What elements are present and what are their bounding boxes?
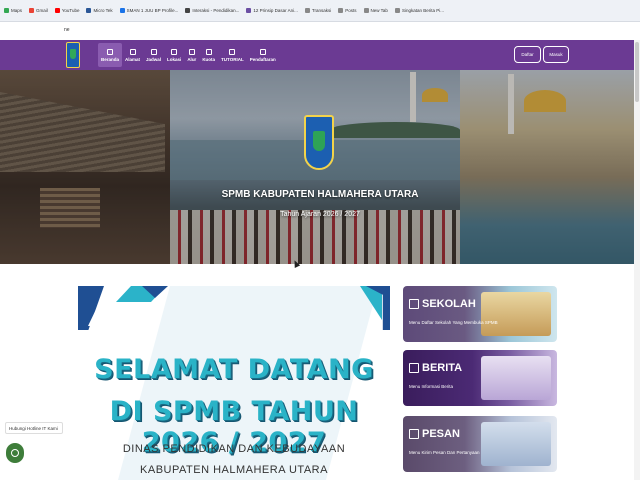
bookmark-favicon-icon	[246, 8, 252, 13]
bookmark-item[interactable]: New Tab	[362, 8, 390, 13]
bookmark-label: 12 Prinsip Dasar Ani...	[253, 8, 298, 13]
whatsapp-button[interactable]	[6, 443, 24, 463]
bookmark-label: SMAN 1 JUU BP Profile...	[126, 8, 179, 13]
school-icon	[409, 299, 419, 309]
daftar-button[interactable]: Daftar	[514, 46, 541, 63]
nav-item-icon	[259, 48, 266, 55]
bookmark-item[interactable]: Posts	[336, 8, 358, 13]
site-navbar: Beranda Alamat Jadwal Lokasi Alur Kuota TUTORI…	[0, 40, 640, 70]
hero-title: SPMB KABUPATEN HALMAHERA UTARA	[221, 189, 419, 200]
bookmark-label: Gmail	[36, 8, 48, 13]
nav-item-icon	[205, 48, 212, 55]
nav-item-pendaftaran[interactable]: Pendaftaran	[247, 43, 279, 67]
berita-card-heading: BERITA	[409, 362, 462, 374]
hotline-label[interactable]: Hubungi Hotline IT Kami	[5, 422, 63, 434]
berita-card[interactable]: BERITA Menu Informasi Berita	[403, 350, 557, 406]
masuk-button[interactable]: Masuk	[543, 46, 569, 63]
nav-item-label: Jadwal	[146, 56, 162, 62]
nav-item-alamat[interactable]: Alamat	[122, 43, 143, 67]
bookmark-item[interactable]: 12 Prinsip Dasar Ani...	[244, 8, 300, 13]
nav-item-lokasi[interactable]: Lokasi	[164, 43, 184, 67]
regency-emblem-icon	[304, 115, 334, 170]
pesan-card-desc: Menu Kirim Pesan Dan Pertanyaan	[409, 450, 480, 455]
nav-item-icon	[171, 48, 178, 55]
nav-item-icon	[188, 48, 195, 55]
welcome-title: SELAMAT DATANG	[94, 354, 374, 385]
bookmark-item[interactable]: Micro Tek	[84, 8, 114, 13]
pesan-card-title: PESAN	[422, 428, 460, 440]
berita-card-desc: Menu Informasi Berita	[409, 384, 454, 389]
newspaper-image	[481, 356, 551, 400]
bookmark-favicon-icon	[338, 8, 344, 13]
nav-item-label: Alur	[187, 56, 197, 62]
whatsapp-icon	[11, 449, 19, 457]
bookmark-label: Posts	[345, 8, 357, 13]
bookmark-label: Singkatan Berita Pi...	[401, 8, 444, 13]
pesan-card-heading: PESAN	[409, 428, 460, 440]
address-bar[interactable]: ne	[0, 22, 640, 39]
berita-card-title: BERITA	[422, 362, 463, 374]
school-building-image	[481, 292, 551, 336]
nav-item-label: Alamat	[125, 56, 141, 62]
scrollbar-thumb[interactable]	[635, 42, 639, 102]
nav-item-icon	[229, 48, 236, 55]
address-text: ne	[64, 27, 70, 33]
nav-item-tutorial[interactable]: TUTORIAL	[218, 43, 247, 67]
sekolah-card[interactable]: SEKOLAH Menu Daftar Sekolah Yang Membuka…	[403, 286, 557, 342]
bookmark-item[interactable]: Interaksi - Pendidikan...	[183, 8, 241, 13]
bookmark-favicon-icon	[119, 8, 125, 13]
nav-item-kuota[interactable]: Kuota	[199, 43, 218, 67]
nav-item-label: Pendaftaran	[249, 56, 276, 62]
sekolah-card-heading: SEKOLAH	[409, 298, 476, 310]
welcome-banner: SELAMAT DATANG DI SPMB TAHUN 2026 / 2027…	[78, 286, 390, 480]
nav-item-label: Lokasi	[167, 56, 182, 62]
bookmark-favicon-icon	[394, 8, 400, 13]
bookmark-label: Interaksi - Pendidikan...	[192, 8, 240, 13]
bookmark-label: Micro Tek	[93, 8, 113, 13]
bookmark-label: New Tab	[370, 8, 388, 13]
department-name: DINAS PENDIDIKAN DAN KEBUDAYAAN	[122, 443, 346, 455]
nav-item-jadwal[interactable]: Jadwal	[143, 43, 164, 67]
bookmark-label: YouTube	[61, 8, 80, 13]
sekolah-card-title: SEKOLAH	[422, 298, 476, 310]
bookmark-favicon-icon	[304, 8, 310, 13]
newspaper-icon	[409, 363, 419, 373]
envelope-icon	[409, 429, 419, 439]
site-logo[interactable]	[66, 42, 80, 68]
main-menu: Beranda Alamat Jadwal Lokasi Alur Kuota TUTORI…	[98, 43, 279, 67]
nav-item-beranda[interactable]: Beranda	[98, 43, 123, 67]
nav-item-icon	[129, 48, 136, 55]
regency-name: KABUPATEN HALMAHERA UTARA	[140, 464, 328, 476]
bookmark-favicon-icon	[4, 8, 9, 13]
hero-subtitle: Tahun Ajaran 2026 / 2027	[280, 211, 360, 218]
bookmark-label: Transaksi	[311, 8, 332, 13]
bookmark-favicon-icon	[185, 8, 191, 13]
bookmark-favicon-icon	[29, 8, 35, 13]
nav-item-label: TUTORIAL	[221, 56, 244, 62]
logo-emblem-icon	[70, 49, 76, 59]
bookmark-item[interactable]: SMAN 1 JUU BP Profile...	[118, 8, 181, 13]
emblem-center	[313, 131, 325, 151]
bookmark-favicon-icon	[86, 8, 92, 13]
bookmark-favicon-icon	[54, 8, 60, 13]
bookmark-item[interactable]: YouTube	[53, 8, 82, 13]
message-image	[481, 422, 551, 466]
bookmark-item[interactable]: Singkatan Berita Pi...	[393, 8, 446, 13]
sekolah-card-desc: Menu Daftar Sekolah Yang Membuka SPMB	[409, 320, 498, 325]
bookmarks-bar: Maps Gmail YouTube Micro Tek SMAN 1 JUU BP P…	[0, 0, 640, 22]
nav-item-label: Kuota	[202, 56, 216, 62]
pesan-card[interactable]: PESAN Menu Kirim Pesan Dan Pertanyaan	[403, 416, 557, 472]
bookmark-item[interactable]: Transaksi	[303, 8, 333, 13]
nav-item-alur[interactable]: Alur	[184, 43, 199, 67]
bookmark-item[interactable]: Maps	[2, 8, 24, 13]
bookmark-item[interactable]: Gmail	[27, 8, 50, 13]
page-scrollbar[interactable]	[634, 40, 640, 480]
nav-item-icon	[107, 48, 113, 55]
nav-item-label: Beranda	[101, 56, 120, 62]
nav-item-icon	[150, 48, 157, 55]
bookmark-favicon-icon	[363, 8, 369, 13]
bookmark-label: Maps	[11, 8, 23, 13]
